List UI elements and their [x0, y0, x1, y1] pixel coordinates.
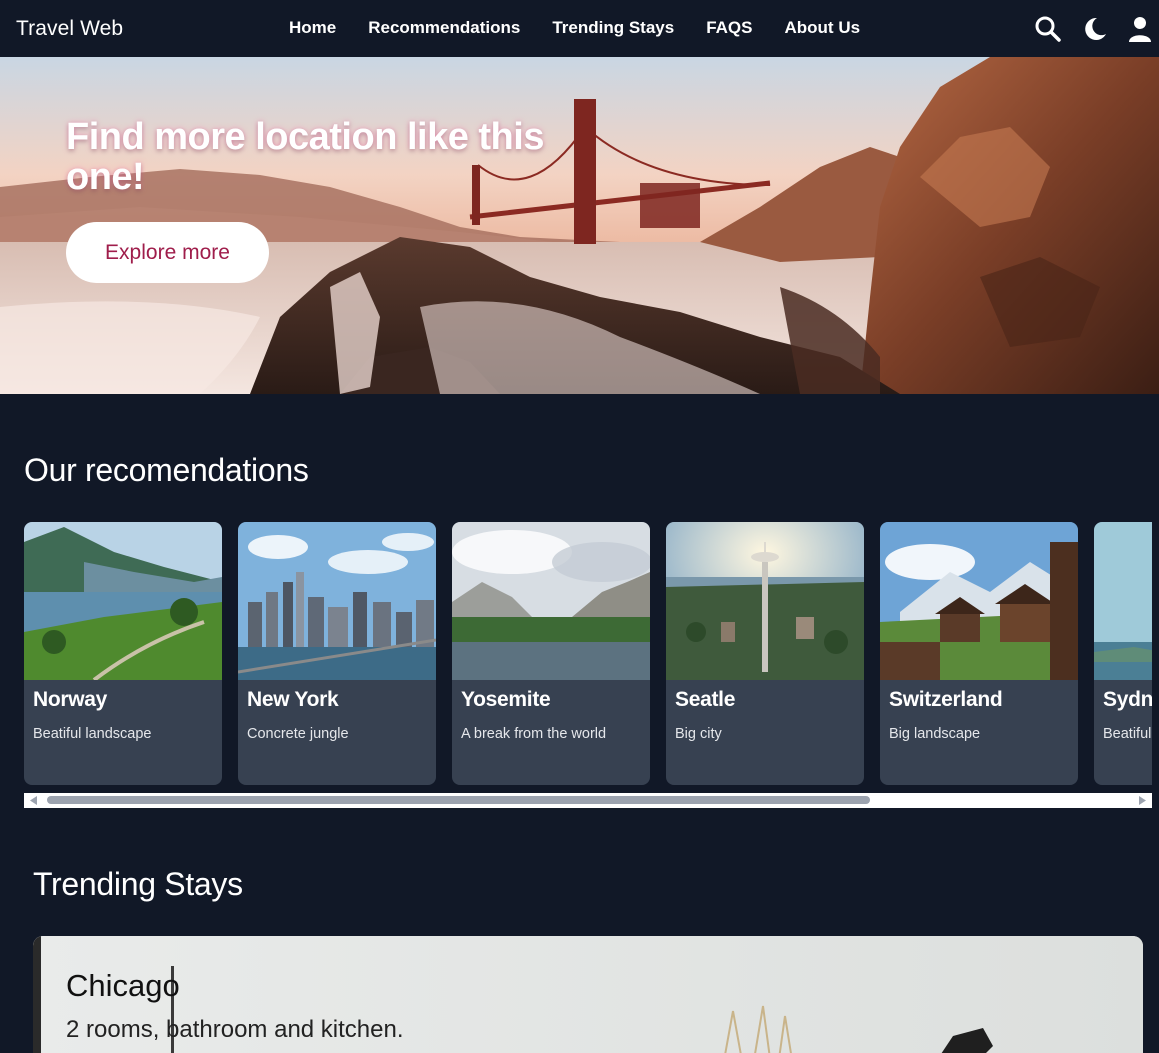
recommendations-title: Our recomendations — [24, 452, 309, 488]
yosemite-photo — [452, 522, 650, 680]
nav-link-home[interactable]: Home — [289, 18, 336, 38]
norway-photo — [24, 522, 222, 680]
nav-link-about-us[interactable]: About Us — [785, 18, 861, 38]
recommendations-carousel[interactable]: Norway Beatiful landscape New York Concr… — [24, 522, 1152, 786]
trending-stays-title: Trending Stays — [33, 866, 243, 902]
card-name: Norway — [33, 688, 108, 711]
card-name: New York — [247, 688, 339, 711]
nav-link-recommendations[interactable]: Recommendations — [368, 18, 520, 38]
nav-link-faqs[interactable]: FAQS — [706, 18, 752, 38]
new-york-photo — [238, 522, 436, 680]
trending-stay-card-chicago[interactable]: Chicago 2 rooms, bathroom and kitchen. — [33, 936, 1143, 1053]
card-name: Yosemite — [461, 688, 551, 711]
recommendations-track: Norway Beatiful landscape New York Concr… — [24, 522, 1152, 786]
card-description: Beatiful — [1103, 726, 1152, 742]
hero-title: Find more location like this one! — [66, 116, 544, 198]
card-description: A break from the world — [461, 726, 607, 742]
card-name: Sydney — [1103, 688, 1152, 711]
nav-link-trending-stays[interactable]: Trending Stays — [552, 18, 674, 38]
card-description: Big landscape — [889, 726, 981, 742]
scrollbar-thumb[interactable] — [47, 796, 870, 804]
scroll-left-arrow-icon[interactable] — [30, 796, 38, 805]
recommendation-card-switzerland[interactable]: Switzerland Big landscape — [880, 522, 1078, 785]
stay-description: 2 rooms, bathroom and kitchen. — [66, 1016, 404, 1043]
switzerland-photo — [880, 522, 1078, 680]
card-name: Switzerland — [889, 688, 1003, 711]
top-navbar: Travel Web Home Recommendations Trending… — [0, 0, 1159, 57]
stay-name: Chicago — [66, 968, 180, 1003]
recommendation-card-sydney[interactable]: Sydney Beatiful — [1094, 522, 1152, 785]
nav-icon-group — [1033, 14, 1155, 44]
moon-icon[interactable] — [1079, 14, 1109, 44]
sydney-photo — [1094, 522, 1152, 680]
recommendations-scrollbar[interactable] — [24, 793, 1152, 808]
card-description: Big city — [675, 726, 722, 742]
brand-logo-text[interactable]: Travel Web — [16, 17, 123, 41]
recommendation-card-yosemite[interactable]: Yosemite A break from the world — [452, 522, 650, 785]
nav-links: Home Recommendations Trending Stays FAQS… — [289, 18, 860, 38]
card-name: Seatle — [675, 688, 736, 711]
search-icon[interactable] — [1033, 14, 1063, 44]
user-icon[interactable] — [1125, 14, 1155, 44]
card-description: Beatiful landscape — [33, 726, 152, 742]
explore-more-button[interactable]: Explore more — [66, 222, 269, 283]
recommendation-card-norway[interactable]: Norway Beatiful landscape — [24, 522, 222, 785]
seatle-photo — [666, 522, 864, 680]
recommendation-card-new-york[interactable]: New York Concrete jungle — [238, 522, 436, 785]
card-description: Concrete jungle — [247, 726, 349, 742]
hero-banner: Find more location like this one! Explor… — [0, 57, 1159, 394]
scroll-right-arrow-icon[interactable] — [1138, 796, 1146, 805]
recommendation-card-seatle[interactable]: Seatle Big city — [666, 522, 864, 785]
